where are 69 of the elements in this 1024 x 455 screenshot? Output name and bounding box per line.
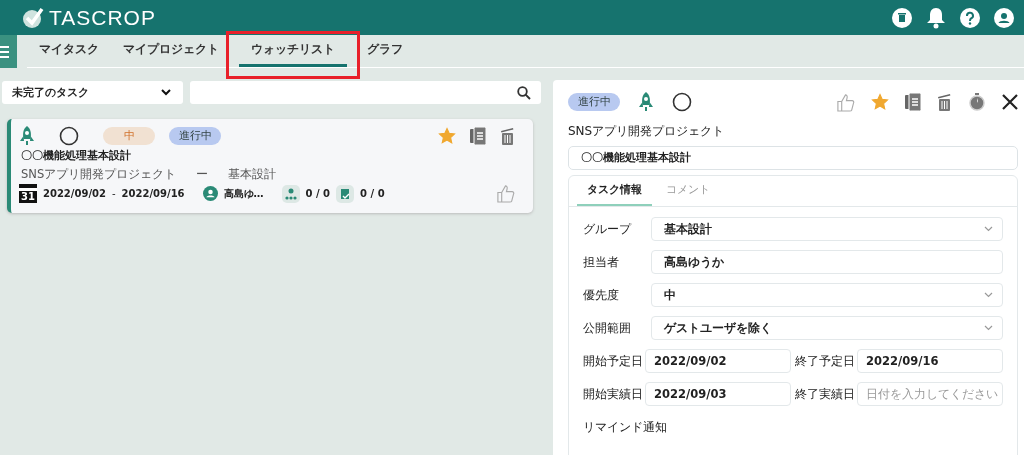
status-circle-icon[interactable] [672, 92, 692, 112]
input-field[interactable]: 高島ゆうか [651, 250, 1003, 274]
date-field[interactable]: 2022/09/16 [857, 349, 1003, 373]
task-title: 〇〇機能処理基本設計 [21, 149, 132, 163]
project-name: SNSアプリ開発プロジェクト [568, 123, 726, 140]
thumbs-up-icon[interactable] [836, 92, 855, 112]
field-label: 公開範囲 [583, 320, 632, 336]
copy-icon[interactable] [905, 93, 921, 111]
status-badge: 進行中 [169, 127, 221, 145]
select-field[interactable]: 基本設計 [651, 217, 1003, 241]
field-label: 開始実績日 [583, 386, 644, 402]
date-field[interactable]: 2022/09/02 [645, 349, 791, 373]
section-label: リマインド通知 [583, 419, 667, 435]
status-circle-icon[interactable] [59, 126, 79, 146]
copy-icon[interactable] [470, 127, 486, 145]
star-icon[interactable] [438, 127, 456, 145]
date-dash: - [111, 188, 116, 199]
field-label: 担当者 [583, 254, 620, 270]
logo-text: TASCROP [49, 5, 156, 30]
project-name: SNSアプリ開発プロジェクト [21, 167, 177, 182]
chevron-down-icon [984, 292, 993, 298]
priority-badge: 中 [103, 127, 155, 145]
group-name: 基本設計 [228, 167, 277, 182]
trash-icon[interactable] [500, 127, 515, 145]
nav-tab[interactable]: ウォッチリスト [239, 35, 347, 67]
nav-tab[interactable]: マイタスク [27, 35, 111, 67]
field-label: グループ [583, 221, 633, 237]
field-label: 終了予定日 [795, 353, 856, 369]
trash-icon[interactable] [892, 7, 912, 28]
separator-text: ー [196, 167, 209, 182]
user-avatar-icon [202, 186, 218, 201]
end-date: 2022/09/16 [121, 188, 185, 199]
field-label: 終了実績日 [795, 386, 856, 402]
logo-check-icon [22, 6, 44, 29]
filter-dropdown[interactable]: 未完了のタスク [2, 81, 183, 104]
help-icon[interactable] [960, 7, 980, 28]
select-field[interactable]: 中 [651, 283, 1003, 307]
task-card[interactable]: 中 進行中 〇〇機能処理基本設計 SNSアプリ開発プロジェクト ー 基本設計 31 2022/09/02 - 2022/09/16 高島ゆ… 0 / 0 0 / 0 [7, 119, 533, 213]
status-badge: 進行中 [568, 93, 620, 111]
nav-tab[interactable]: マイプロジェクト [111, 35, 231, 67]
detail-tab[interactable]: タスク情報 [577, 176, 652, 206]
field-label: 開始予定日 [583, 353, 644, 369]
subtask-tree-icon [281, 184, 300, 203]
checklist-count: 0 / 0 [360, 188, 385, 199]
rocket-icon [19, 126, 35, 146]
timer-icon[interactable] [968, 93, 986, 111]
date-field[interactable]: 2022/09/03 [645, 382, 791, 406]
notification-bell-icon[interactable] [926, 6, 946, 29]
thumbs-up-icon[interactable] [496, 184, 515, 203]
title-field[interactable]: 〇〇機能処理基本設計 [568, 146, 1018, 170]
nav-tab[interactable]: グラフ [355, 35, 415, 67]
assignee-name: 高島ゆ… [223, 186, 264, 201]
start-date: 2022/09/02 [43, 188, 106, 199]
user-avatar-icon[interactable] [994, 7, 1014, 28]
chevron-down-icon [161, 89, 171, 96]
field-label: 優先度 [583, 287, 620, 303]
chevron-down-icon [984, 226, 993, 232]
star-icon[interactable] [871, 93, 889, 111]
search-field[interactable] [190, 81, 541, 104]
chevron-down-icon [984, 325, 993, 331]
menu-icon[interactable] [0, 35, 17, 68]
rocket-icon [638, 92, 654, 112]
checklist-icon [336, 184, 355, 203]
close-icon[interactable] [1002, 94, 1018, 110]
subtask-count: 0 / 0 [305, 188, 331, 199]
calendar-day: 31 [19, 184, 37, 203]
trash-icon[interactable] [937, 93, 952, 111]
search-icon [517, 85, 531, 100]
select-field[interactable]: ゲストユーザを除く [651, 316, 1003, 340]
